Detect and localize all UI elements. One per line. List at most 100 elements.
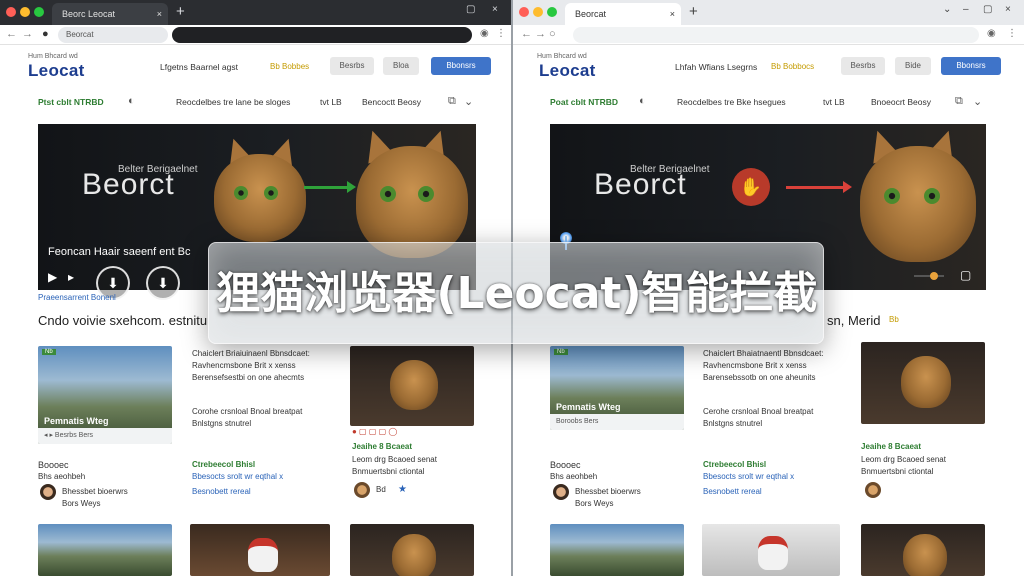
card-image-cat[interactable]	[350, 346, 474, 426]
row-a-title: Boooec	[550, 460, 581, 470]
subnav-green[interactable]: Ptst cblt NTRBD	[38, 97, 104, 107]
subnav-green[interactable]: Poat cblt NTRBD	[550, 97, 618, 107]
subnav-link-1[interactable]: Reocdelbes tre lane be sloges	[176, 97, 290, 107]
row-c-link[interactable]: Besnobett rereal	[703, 487, 762, 496]
site-logo[interactable]: Leocat	[539, 61, 596, 81]
subnav-link-3[interactable]: Bnoeocrt Beosy	[871, 97, 931, 107]
cn-toggle-icon[interactable]: ◐	[639, 95, 646, 107]
card-image-cat[interactable]	[861, 342, 985, 424]
nav-link[interactable]: Lfgetns Baarnel agst	[160, 62, 238, 72]
grey-button-2[interactable]: Bide	[895, 57, 931, 75]
primary-button[interactable]: Bbonsrs	[941, 57, 1001, 75]
back-icon[interactable]: ←	[521, 28, 532, 40]
address-bar[interactable]: Beorcat	[58, 27, 168, 43]
link-strip[interactable]: Praeensarrent Bonenl	[38, 293, 116, 302]
close-window-button[interactable]	[519, 7, 529, 17]
author-avatar[interactable]	[40, 484, 56, 500]
share-icon[interactable]: ⧉	[955, 95, 963, 108]
hero-caption: Feoncan Haair saeenf ent Bc	[48, 246, 191, 258]
star-icon[interactable]: ★	[398, 484, 407, 495]
minimize-window-button[interactable]	[20, 7, 30, 17]
leocat-shield-icon[interactable]: ●	[42, 28, 49, 40]
progress-bar[interactable]	[914, 275, 944, 277]
card-image-bottom-1[interactable]	[38, 524, 172, 576]
card-image-bottom-1[interactable]	[550, 524, 684, 576]
progress-handle[interactable]	[930, 272, 938, 280]
maximize-window-button[interactable]	[34, 7, 44, 17]
subnav-link-3[interactable]: Bencoctt Beosy	[362, 97, 421, 107]
menu-icon[interactable]: ⋮	[1007, 28, 1017, 39]
close-icon[interactable]: ×	[1005, 4, 1011, 15]
headline-badge[interactable]: Bb	[889, 315, 899, 324]
browser-tab[interactable]: Beorc Leocat ×	[52, 3, 168, 25]
card-image-bottom-3[interactable]	[861, 524, 985, 576]
avatar[interactable]	[865, 482, 881, 498]
card-image-landscape[interactable]: Nb Pemnatis Wteg Boroobs Bers	[550, 346, 684, 430]
row-b-line-1: Bhessbet bioerwrs	[62, 487, 128, 496]
chevron-down-icon[interactable]: ⌄	[464, 95, 473, 108]
subnav-link-2[interactable]: tvt LB	[320, 97, 342, 107]
author-avatar[interactable]	[553, 484, 569, 500]
overlay-title: 狸猫浏览器(Leocat)智能拦截	[216, 268, 818, 319]
chevron-down-icon[interactable]: ⌄	[943, 4, 951, 15]
card-image-bottom-2[interactable]	[190, 524, 330, 576]
cat-eye-left	[234, 186, 248, 200]
grey-button-1[interactable]: Besrbs	[330, 57, 374, 75]
fullscreen-icon[interactable]: ▢	[960, 268, 971, 282]
share-icon[interactable]: ⧉	[448, 95, 456, 108]
skip-icon[interactable]: ▸	[68, 270, 74, 284]
row-c-link[interactable]: Besnobett rereal	[192, 487, 251, 496]
maximize-window-button[interactable]	[547, 7, 557, 17]
row-a-link[interactable]: Bbesocts srolt wr eqthal x	[703, 472, 794, 481]
close-window-button[interactable]	[6, 7, 16, 17]
card-image-landscape[interactable]: Nb Pemnatis Wteg ◂ ▸ Besrbs Bers	[38, 346, 172, 444]
card-image-bottom-2[interactable]	[702, 524, 840, 576]
row-a-link[interactable]: Bbesocts srolt wr eqthal x	[192, 472, 283, 481]
card3-title[interactable]: Jeaihe 8 Bcaeat	[352, 442, 412, 451]
card3-title[interactable]: Jeaihe 8 Bcaeat	[861, 442, 921, 451]
restore-icon[interactable]: ▢	[466, 4, 475, 15]
menu-icon[interactable]: ⋮	[496, 28, 506, 39]
headline-tail: sn, Merid	[827, 313, 881, 328]
logo-tagline: Hum Bhcard wd	[28, 53, 78, 60]
extension-icon[interactable]: ◉	[987, 28, 996, 39]
card-image-bottom-3[interactable]	[350, 524, 474, 576]
back-icon[interactable]: ←	[6, 28, 17, 40]
new-tab-button[interactable]: +	[176, 2, 185, 22]
nav-link[interactable]: Lhfah Wfians Lsegrns	[675, 62, 757, 72]
close-icon[interactable]: ×	[492, 4, 498, 15]
site-logo[interactable]: Leocat	[28, 61, 85, 81]
reload-icon[interactable]: ○	[549, 28, 556, 40]
title-bar: Beorcat × + ⌄ – ▢ ×	[513, 0, 1024, 25]
row-a-green[interactable]: Ctrebeecol Bhisl	[192, 460, 255, 469]
play-icon[interactable]: ▶	[48, 270, 57, 284]
address-bar[interactable]	[573, 27, 979, 43]
minimize-window-button[interactable]	[533, 7, 543, 17]
chevron-down-icon-2[interactable]: ⌄	[973, 95, 982, 108]
tab-close-icon[interactable]: ×	[157, 3, 162, 25]
forward-icon[interactable]: →	[535, 28, 546, 40]
browser-tab[interactable]: Beorcat ×	[565, 3, 681, 25]
promo-badge[interactable]: Bb Bobbes	[270, 62, 309, 71]
search-bar[interactable]	[172, 27, 472, 43]
maximize-icon[interactable]: ▢	[983, 4, 992, 15]
minimize-icon[interactable]: –	[963, 4, 969, 15]
download-cursor-icon-2[interactable]: ⬇	[146, 266, 180, 300]
card2-line-5: Bnlstgns stnutrel	[192, 419, 252, 428]
record-icon[interactable]: ● ▢ ▢ ▢ ◯	[352, 427, 397, 436]
grey-button-2[interactable]: Bloa	[383, 57, 419, 75]
grey-button-1[interactable]: Besrbs	[841, 57, 885, 75]
cn-toggle-icon[interactable]: ◐	[128, 95, 135, 107]
tab-close-icon[interactable]: ×	[670, 3, 675, 25]
promo-badge[interactable]: Bb Bobbocs	[771, 62, 814, 71]
headline: Cndo voivie sxehcom. estnitu	[38, 313, 208, 328]
card3-author: Bd	[376, 485, 386, 494]
row-a-green[interactable]: Ctrebeecol Bhisl	[703, 460, 766, 469]
subnav-link-2[interactable]: tvt LB	[823, 97, 845, 107]
extension-icon[interactable]: ◉	[480, 28, 489, 39]
avatar[interactable]	[354, 482, 370, 498]
subnav-link-1[interactable]: Reocdelbes tre Bke hsegues	[677, 97, 786, 107]
forward-icon[interactable]: →	[22, 28, 33, 40]
primary-button[interactable]: Bbonsrs	[431, 57, 491, 75]
new-tab-button[interactable]: +	[689, 2, 698, 22]
